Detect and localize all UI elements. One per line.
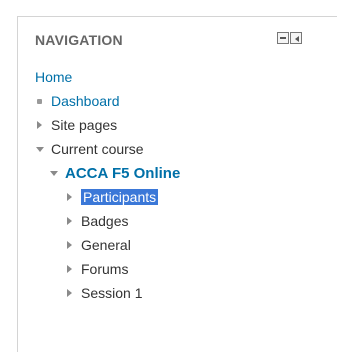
block-title: NAVIGATION xyxy=(35,32,123,48)
nav-item-badges[interactable]: Badges xyxy=(67,209,128,233)
collapse-arrow-icon[interactable] xyxy=(50,170,58,176)
block-header: NAVIGATION xyxy=(18,17,337,65)
expand-arrow-icon[interactable] xyxy=(67,241,72,250)
nav-item-participants[interactable]: Participants xyxy=(67,185,159,209)
navigation-block: NAVIGATION Home Dashboard Site pages Cur… xyxy=(17,16,337,352)
expand-arrow-icon[interactable] xyxy=(67,217,72,226)
nav-item-general[interactable]: General xyxy=(67,233,131,257)
nav-item-site-pages-label[interactable]: Site pages xyxy=(51,117,117,133)
collapse-arrow-icon[interactable] xyxy=(36,146,44,152)
expand-arrow-icon[interactable] xyxy=(67,193,72,202)
nav-item-course[interactable]: ACCA F5 Online xyxy=(50,161,180,185)
dock-block-button[interactable] xyxy=(290,32,302,44)
dock-left-icon xyxy=(295,36,299,42)
nav-item-session-1-label[interactable]: Session 1 xyxy=(81,285,142,301)
nav-item-session-1[interactable]: Session 1 xyxy=(67,281,142,305)
nav-item-participants-label[interactable]: Participants xyxy=(81,189,159,205)
nav-item-forums-label[interactable]: Forums xyxy=(81,261,128,277)
nav-item-general-label[interactable]: General xyxy=(81,237,131,253)
nav-item-current-course[interactable]: Current course xyxy=(36,137,144,161)
expand-arrow-icon[interactable] xyxy=(67,265,72,274)
nav-item-home-label[interactable]: Home xyxy=(35,69,72,85)
nav-item-home[interactable]: Home xyxy=(35,65,72,89)
nav-item-badges-label[interactable]: Badges xyxy=(81,213,128,229)
expand-arrow-icon[interactable] xyxy=(67,289,72,298)
nav-item-forums[interactable]: Forums xyxy=(67,257,128,281)
nav-item-course-label[interactable]: ACCA F5 Online xyxy=(65,165,180,182)
nav-item-dashboard-label[interactable]: Dashboard xyxy=(51,93,120,109)
nav-item-dashboard[interactable]: Dashboard xyxy=(37,89,120,113)
hide-block-button[interactable] xyxy=(277,32,289,44)
expand-arrow-icon[interactable] xyxy=(37,121,42,130)
nav-item-site-pages[interactable]: Site pages xyxy=(37,113,117,137)
nav-item-current-course-label[interactable]: Current course xyxy=(51,141,144,157)
block-controls xyxy=(277,32,302,46)
bullet-icon xyxy=(37,98,42,104)
